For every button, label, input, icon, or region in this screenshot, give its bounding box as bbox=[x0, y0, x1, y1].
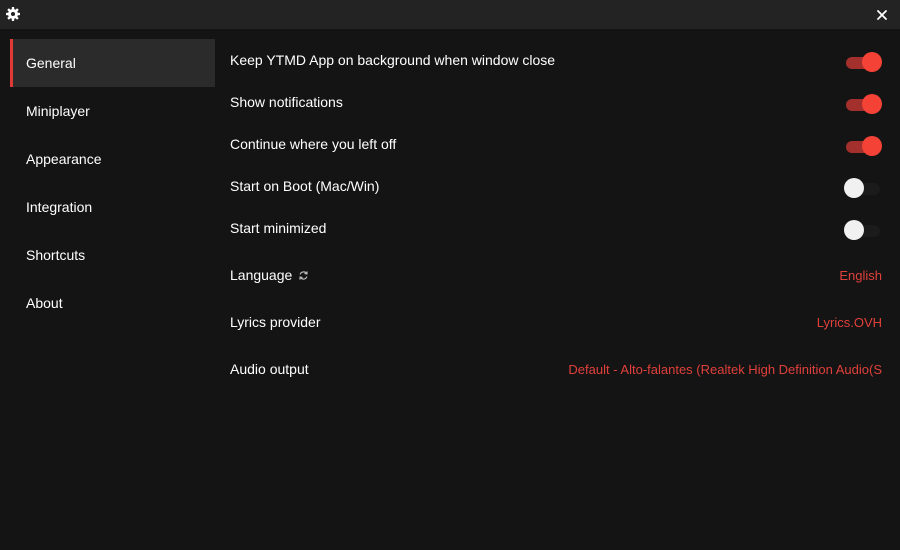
setting-label: Start on Boot (Mac/Win) bbox=[230, 178, 380, 194]
setting-lyrics-provider: Lyrics provider Lyrics.OVH bbox=[230, 299, 882, 346]
setting-language: Language English bbox=[230, 252, 882, 299]
setting-label: Continue where you left off bbox=[230, 136, 397, 152]
start-minimized-toggle[interactable] bbox=[844, 219, 880, 241]
start-on-boot-toggle[interactable] bbox=[844, 177, 880, 199]
setting-label: Keep YTMD App on background when window … bbox=[230, 52, 556, 68]
setting-label: Audio output bbox=[230, 361, 309, 377]
refresh-icon[interactable] bbox=[298, 270, 309, 281]
sidebar-item-label: Shortcuts bbox=[26, 247, 86, 263]
close-icon bbox=[877, 10, 887, 20]
setting-continue-where-left: Continue where you left off bbox=[230, 124, 882, 166]
setting-label: Show notifications bbox=[230, 94, 343, 110]
keep-background-toggle[interactable] bbox=[844, 51, 882, 73]
sidebar-item-miniplayer[interactable]: Miniplayer bbox=[10, 87, 215, 135]
language-select[interactable]: English bbox=[839, 268, 882, 283]
sidebar-item-general[interactable]: General bbox=[10, 39, 215, 87]
setting-start-minimized: Start minimized bbox=[230, 208, 882, 250]
sidebar-item-shortcuts[interactable]: Shortcuts bbox=[10, 231, 215, 279]
show-notifications-toggle[interactable] bbox=[844, 93, 882, 115]
setting-label: Language bbox=[230, 267, 293, 283]
settings-sidebar: General Miniplayer Appearance Integratio… bbox=[10, 39, 215, 327]
setting-audio-output: Audio output Default - Alto-falantes (Re… bbox=[230, 346, 882, 393]
setting-label: Start minimized bbox=[230, 220, 327, 236]
lyrics-provider-select[interactable]: Lyrics.OVH bbox=[817, 315, 882, 330]
sidebar-item-about[interactable]: About bbox=[10, 279, 215, 327]
sidebar-item-label: General bbox=[26, 55, 76, 71]
setting-keep-background: Keep YTMD App on background when window … bbox=[230, 40, 882, 82]
sidebar-item-label: Integration bbox=[26, 199, 93, 215]
audio-output-select[interactable]: Default - Alto-falantes (Realtek High De… bbox=[568, 362, 882, 377]
sidebar-item-label: Miniplayer bbox=[26, 103, 90, 119]
sidebar-item-appearance[interactable]: Appearance bbox=[10, 135, 215, 183]
setting-start-on-boot: Start on Boot (Mac/Win) bbox=[230, 166, 882, 208]
sidebar-item-label: Appearance bbox=[26, 151, 102, 167]
sidebar-item-label: About bbox=[26, 295, 63, 311]
setting-label: Lyrics provider bbox=[230, 314, 321, 330]
close-button[interactable] bbox=[872, 5, 892, 25]
sidebar-item-integration[interactable]: Integration bbox=[10, 183, 215, 231]
gear-icon[interactable] bbox=[5, 6, 21, 22]
setting-show-notifications: Show notifications bbox=[230, 82, 882, 124]
title-bar bbox=[0, 0, 900, 29]
general-settings-panel: Keep YTMD App on background when window … bbox=[230, 40, 882, 393]
continue-where-left-toggle[interactable] bbox=[844, 135, 882, 157]
